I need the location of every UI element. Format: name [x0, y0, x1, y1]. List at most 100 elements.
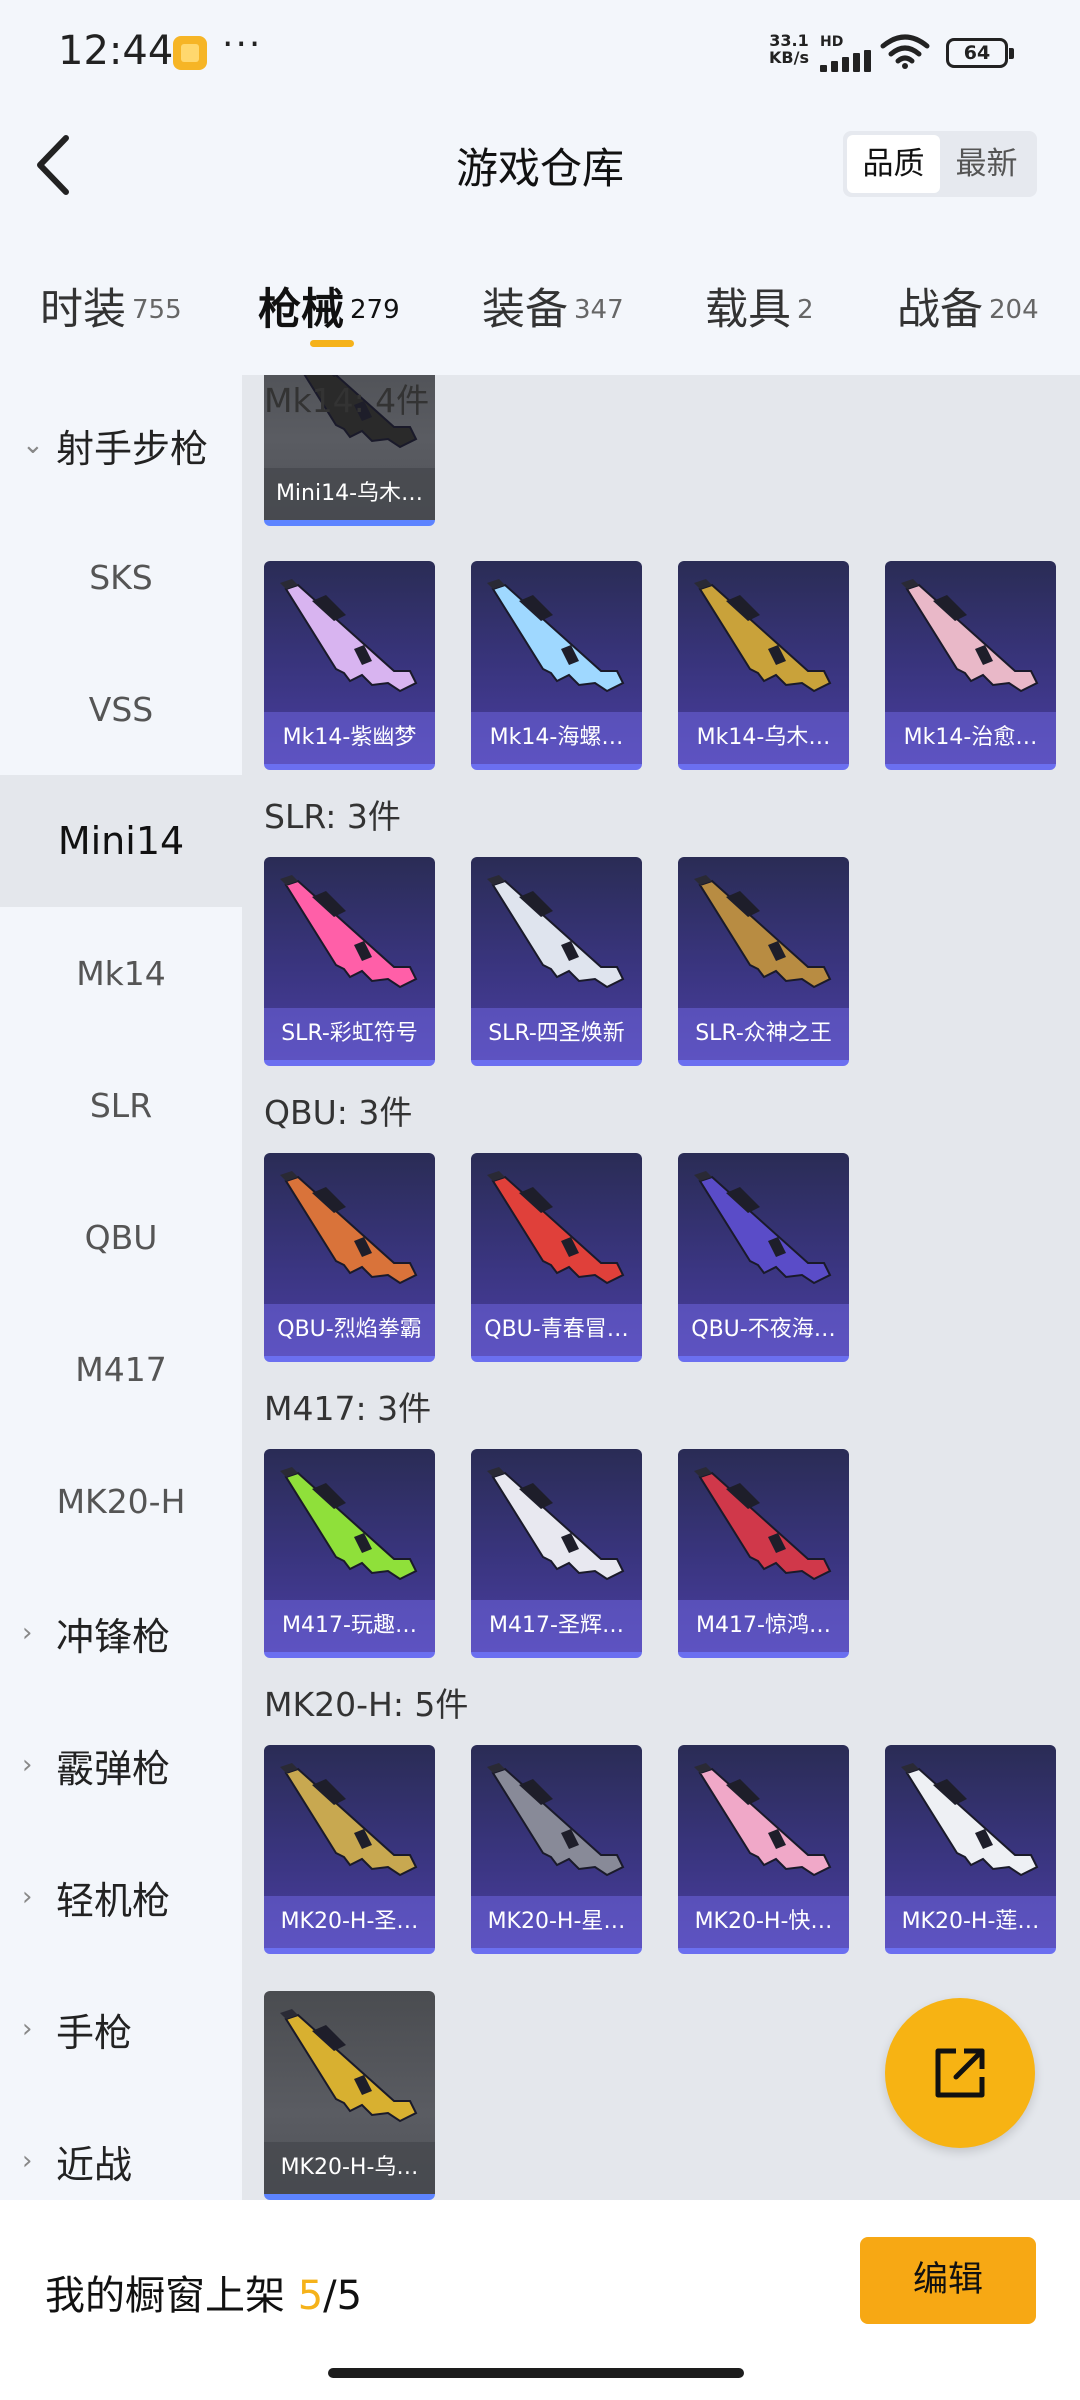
skin-card[interactable]: Mk14-乌木… — [678, 561, 849, 770]
sidebar-item-label: 近战 — [56, 2142, 133, 2187]
tab-fashion[interactable]: 时装 755 — [40, 275, 182, 337]
edit-button[interactable]: 编辑 — [860, 2237, 1036, 2324]
skin-card[interactable]: QBU-青春冒… — [471, 1153, 642, 1362]
sidebar-category-melee[interactable]: › 近战 — [0, 2095, 242, 2200]
tab-count: 755 — [132, 294, 182, 325]
sidebar-item-mk14[interactable]: Mk14 — [0, 907, 242, 1039]
sidebar-item-mini14[interactable]: Mini14 — [0, 775, 242, 907]
tab-label: 装备 — [482, 285, 568, 335]
tab-count: 279 — [350, 294, 400, 325]
sort-quality-button[interactable]: 品质 — [847, 135, 940, 193]
tab-label: 枪械 — [258, 285, 344, 335]
rifle-icon — [487, 1763, 625, 1877]
chevron-right-icon: › — [22, 1750, 33, 1780]
skin-card[interactable]: Mk14-紫幽梦 — [264, 561, 435, 770]
share-button[interactable] — [885, 1998, 1035, 2148]
group-title: SLR: 3件 — [264, 797, 401, 836]
sort-newest-button[interactable]: 最新 — [940, 135, 1033, 193]
group-title: MK20-H: 5件 — [264, 1685, 469, 1724]
tab-supplies[interactable]: 战备 204 — [897, 275, 1039, 337]
sidebar-item-label: 射手步枪 — [56, 426, 209, 471]
sidebar-item-slr[interactable]: SLR — [0, 1039, 242, 1171]
sidebar-item-m417[interactable]: M417 — [0, 1303, 242, 1435]
skin-card[interactable]: SLR-四圣焕新 — [471, 857, 642, 1066]
sidebar-category-marksman[interactable]: ⌄ 射手步枪 — [0, 379, 242, 511]
status-time: 12:44 — [58, 28, 174, 74]
skin-card-label: M417-玩趣… — [264, 1600, 435, 1652]
skin-card[interactable]: MK20-H-莲… — [885, 1745, 1056, 1954]
skin-card-label: Mk14-紫幽梦 — [264, 712, 435, 764]
sidebar: ⌄ 射手步枪 SKS VSS Mini14 Mk14 SLR QBU M417 … — [0, 375, 242, 2200]
sidebar-item-sks[interactable]: SKS — [0, 511, 242, 643]
rifle-icon — [694, 875, 832, 989]
skin-card[interactable]: M417-圣辉… — [471, 1449, 642, 1658]
showcase-total: 5 — [336, 2273, 363, 2319]
sidebar-category-shotgun[interactable]: › 霰弹枪 — [0, 1699, 242, 1831]
skin-card[interactable]: Mk14-海螺… — [471, 561, 642, 770]
group-title: M417: 3件 — [264, 1389, 432, 1428]
tab-count: 204 — [989, 294, 1039, 325]
sidebar-category-lmg[interactable]: › 轻机枪 — [0, 1831, 242, 1963]
skin-card[interactable]: SLR-众神之王 — [678, 857, 849, 1066]
sidebar-item-label: 霰弹枪 — [56, 1746, 171, 1791]
sidebar-item-qbu[interactable]: QBU — [0, 1171, 242, 1303]
rifle-icon — [694, 1763, 832, 1877]
sidebar-item-label: 冲锋枪 — [56, 1614, 171, 1659]
chevron-down-icon: ⌄ — [22, 430, 44, 460]
sidebar-category-smg[interactable]: › 冲锋枪 — [0, 1567, 242, 1699]
tab-count: 347 — [574, 294, 624, 325]
sidebar-item-mk20h[interactable]: MK20-H — [0, 1435, 242, 1567]
skin-card[interactable]: QBU-烈焰拳霸 — [264, 1153, 435, 1362]
group-title: Mk14: 4件 — [264, 381, 430, 420]
skin-card[interactable]: SLR-彩虹符号 — [264, 857, 435, 1066]
chevron-right-icon: › — [22, 2014, 33, 2044]
sidebar-item-label: MK20-H — [56, 1481, 186, 1521]
skin-card[interactable]: MK20-H-快… — [678, 1745, 849, 1954]
rifle-icon — [694, 1171, 832, 1285]
rifle-icon — [280, 1763, 418, 1877]
skin-card[interactable]: M417-玩趣… — [264, 1449, 435, 1658]
chevron-right-icon: › — [22, 2146, 33, 2176]
skin-card[interactable]: Mk14-治愈… — [885, 561, 1056, 770]
tab-label: 时装 — [40, 285, 126, 335]
skin-card-label: MK20-H-星… — [471, 1896, 642, 1948]
category-tabs: 时装 755 枪械 279 装备 347 载具 2 战备 204 — [0, 265, 1080, 355]
skin-card[interactable]: MK20-H-星… — [471, 1745, 642, 1954]
skin-card-label: SLR-彩虹符号 — [264, 1008, 435, 1060]
tab-equipment[interactable]: 装备 347 — [482, 275, 624, 337]
rifle-icon — [487, 579, 625, 693]
share-icon — [935, 2048, 985, 2098]
sidebar-item-label: Mini14 — [57, 819, 185, 863]
showcase-label: 我的橱窗上架 — [45, 2273, 285, 2319]
wifi-icon — [880, 34, 930, 69]
rifle-icon — [487, 1171, 625, 1285]
rifle-icon — [694, 1467, 832, 1581]
sidebar-category-pistol[interactable]: › 手枪 — [0, 1963, 242, 2095]
rifle-icon — [280, 1467, 418, 1581]
sidebar-item-label: QBU — [84, 1217, 158, 1257]
skin-grid: Mini14-乌木… Mk14: 4件 Mk14-紫幽梦 Mk14-海螺… Mk… — [242, 375, 1080, 2200]
showcase-current: 5 — [297, 2273, 324, 2319]
skin-card-label: Mk14-治愈… — [885, 712, 1056, 764]
skin-card-label: MK20-H-圣… — [264, 1896, 435, 1948]
rifle-icon — [901, 1763, 1039, 1877]
skin-card-label: MK20-H-快… — [678, 1896, 849, 1948]
rifle-icon — [280, 875, 418, 989]
home-indicator[interactable] — [328, 2368, 744, 2378]
network-speed-unit: KB/s — [769, 48, 809, 67]
hd-indicator: HD — [820, 34, 844, 50]
skin-card[interactable]: MK20-H-圣… — [264, 1745, 435, 1954]
sidebar-item-label: VSS — [88, 689, 154, 729]
skin-card[interactable]: MK20-H-乌… — [264, 1991, 435, 2200]
skin-card-label: QBU-不夜海… — [678, 1304, 849, 1356]
tab-vehicles[interactable]: 载具 2 — [705, 275, 814, 337]
signal-icon — [820, 50, 872, 72]
sidebar-item-vss[interactable]: VSS — [0, 643, 242, 775]
skin-card[interactable]: M417-惊鸿… — [678, 1449, 849, 1658]
rifle-icon — [280, 1171, 418, 1285]
skin-card-label: MK20-H-莲… — [885, 1896, 1056, 1948]
skin-card-label: SLR-众神之王 — [678, 1008, 849, 1060]
tab-guns[interactable]: 枪械 279 — [258, 275, 400, 337]
skin-card[interactable]: QBU-不夜海… — [678, 1153, 849, 1362]
chevron-right-icon: › — [22, 1618, 33, 1648]
